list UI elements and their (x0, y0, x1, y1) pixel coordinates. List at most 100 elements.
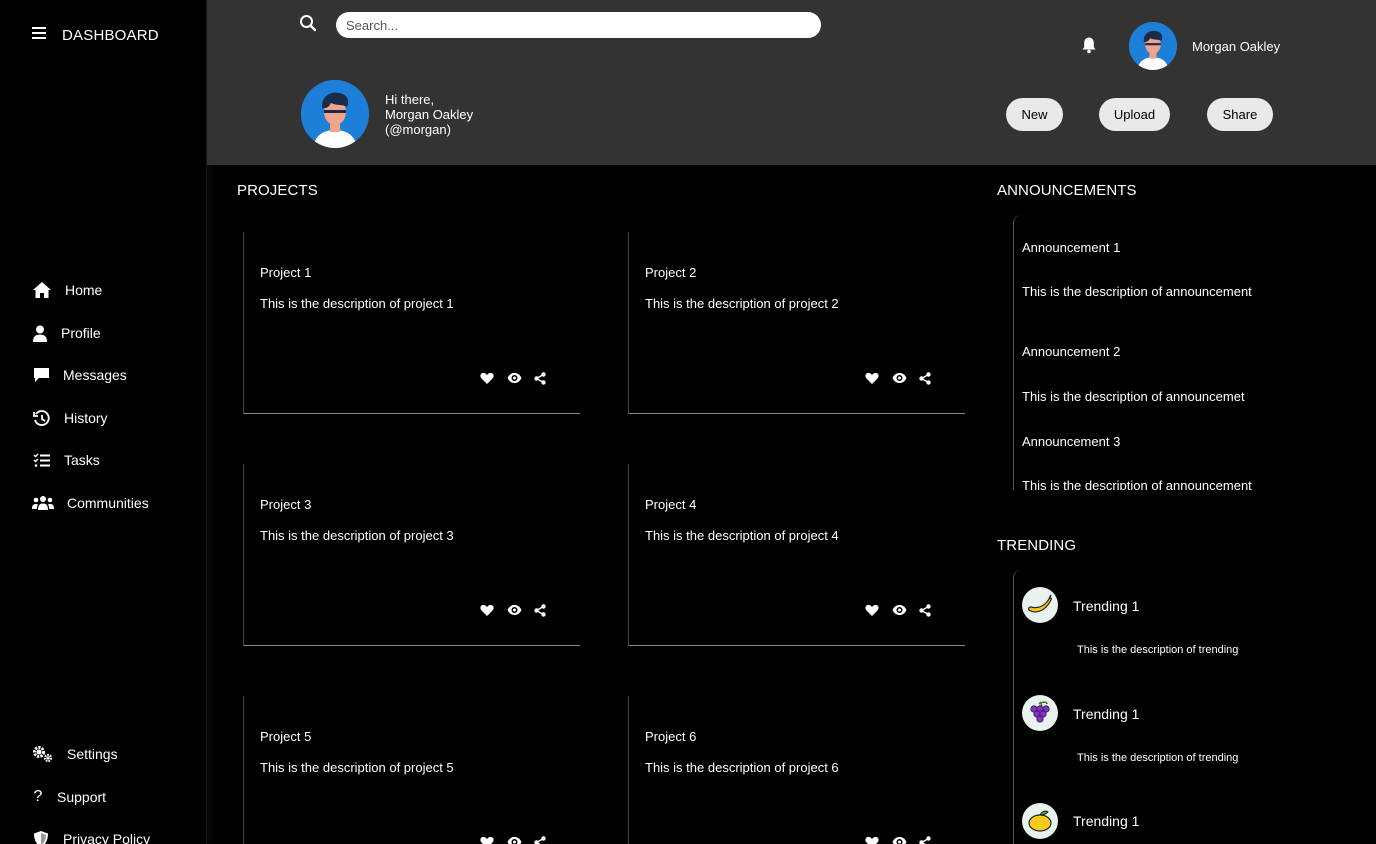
sidebar-item-messages[interactable]: Messages (32, 365, 127, 385)
share-icon[interactable] (919, 372, 935, 388)
sidebar-item-label: Tasks (64, 452, 100, 468)
sidebar-item-label: Profile (61, 325, 101, 341)
sidebar-item-label: Privacy Policy (63, 831, 151, 844)
project-desc: This is the description of project 5 (260, 760, 454, 775)
project-title: Project 4 (645, 497, 697, 512)
home-icon (32, 280, 52, 300)
project-actions (480, 836, 550, 844)
greeting-hello: Hi there, (385, 92, 435, 107)
announcement-desc: This is the description of announcement (1022, 478, 1252, 490)
search-icon[interactable] (299, 14, 319, 34)
history-icon (32, 408, 50, 428)
sidebar: DASHBOARD Home Profile Messages History … (0, 0, 207, 844)
heart-icon[interactable] (480, 836, 496, 844)
user-icon (32, 323, 48, 343)
heart-icon[interactable] (865, 604, 881, 620)
heart-icon[interactable] (865, 836, 881, 844)
project-card[interactable]: Project 5 This is the description of pro… (243, 696, 580, 844)
sidebar-item-tasks[interactable]: Tasks (32, 450, 100, 470)
share-icon[interactable] (534, 604, 550, 620)
users-icon (32, 493, 54, 513)
eye-icon[interactable] (507, 604, 523, 620)
greeting: Hi there, Morgan Oakley (@morgan) (385, 92, 473, 137)
announcement-desc: This is the description of announcemet (1022, 389, 1245, 404)
project-title: Project 6 (645, 729, 697, 744)
question-icon: ? (33, 788, 43, 805)
sidebar-item-settings[interactable]: Settings (32, 744, 118, 764)
project-card[interactable]: Project 4 This is the description of pro… (628, 464, 965, 646)
menu-icon[interactable] (32, 26, 48, 44)
eye-icon[interactable] (892, 604, 908, 620)
eye-icon[interactable] (892, 372, 908, 388)
trending-title: TRENDING (997, 537, 1077, 554)
sidebar-item-home[interactable]: Home (32, 280, 102, 300)
project-actions (865, 836, 935, 844)
profile-avatar (301, 80, 369, 148)
project-title: Project 1 (260, 265, 312, 280)
share-icon[interactable] (919, 836, 935, 844)
trending-panel[interactable]: Trending 1 This is the description of tr… (1013, 570, 1353, 844)
upload-button[interactable]: Upload (1099, 98, 1170, 131)
sidebar-item-label: History (64, 410, 108, 426)
project-title: Project 5 (260, 729, 312, 744)
trending-item-desc: This is the description of trending (1077, 752, 1239, 764)
new-button[interactable]: New (1006, 98, 1063, 131)
announcement-desc: This is the description of announcement (1022, 284, 1252, 299)
share-button[interactable]: Share (1207, 98, 1273, 131)
user-name[interactable]: Morgan Oakley (1192, 39, 1280, 54)
share-icon[interactable] (534, 836, 550, 844)
greeting-name: Morgan Oakley (385, 107, 474, 122)
sidebar-item-communities[interactable]: Communities (32, 493, 149, 513)
sidebar-item-label: Communities (67, 495, 149, 511)
project-actions (480, 604, 550, 620)
project-desc: This is the description of project 6 (645, 760, 839, 775)
grapes-icon (1022, 695, 1058, 731)
sidebar-item-support[interactable]: ? Support (32, 787, 107, 807)
banana-icon (1022, 587, 1058, 623)
projects-title: PROJECTS (237, 182, 318, 199)
project-desc: This is the description of project 2 (645, 296, 839, 311)
project-title: Project 2 (645, 265, 697, 280)
announcement-title: Announcement 2 (1022, 344, 1121, 359)
trending-item-title: Trending 1 (1073, 598, 1140, 614)
project-title: Project 3 (260, 497, 312, 512)
greeting-handle: (@morgan) (385, 122, 451, 137)
trending-item-title: Trending 1 (1073, 813, 1140, 829)
project-actions (865, 372, 935, 388)
search-input[interactable] (336, 12, 821, 38)
heart-icon[interactable] (480, 372, 496, 388)
project-actions (480, 372, 550, 388)
sidebar-item-label: Messages (63, 367, 127, 383)
shield-icon (32, 829, 50, 844)
lemon-icon (1022, 803, 1058, 839)
trending-item-title: Trending 1 (1073, 706, 1140, 722)
project-card[interactable]: Project 2 This is the description of pro… (628, 232, 965, 414)
sidebar-item-label: Home (65, 282, 103, 298)
sidebar-item-label: Settings (67, 746, 118, 762)
trending-item-desc: This is the description of trending (1077, 644, 1239, 656)
announcement-title: Announcement 3 (1022, 434, 1121, 449)
announcements-panel[interactable]: Announcement 1 This is the description o… (1013, 215, 1353, 490)
message-icon (32, 365, 50, 385)
sidebar-item-profile[interactable]: Profile (32, 323, 101, 343)
heart-icon[interactable] (480, 604, 496, 620)
announcement-title: Announcement 1 (1022, 240, 1121, 255)
bell-icon[interactable] (1081, 36, 1099, 56)
heart-icon[interactable] (865, 372, 881, 388)
project-desc: This is the description of project 1 (260, 296, 454, 311)
eye-icon[interactable] (507, 372, 523, 388)
sidebar-item-history[interactable]: History (32, 408, 108, 428)
project-card[interactable]: Project 6 This is the description of pro… (628, 696, 965, 844)
tasks-icon (32, 450, 50, 470)
eye-icon[interactable] (892, 836, 908, 844)
project-card[interactable]: Project 3 This is the description of pro… (243, 464, 580, 646)
project-card[interactable]: Project 1 This is the description of pro… (243, 232, 580, 414)
project-desc: This is the description of project 4 (645, 528, 839, 543)
announcements-title: ANNOUNCEMENTS (997, 182, 1137, 199)
brand-title: DASHBOARD (62, 26, 159, 44)
avatar[interactable] (1129, 22, 1177, 70)
share-icon[interactable] (919, 604, 935, 620)
sidebar-item-privacy[interactable]: Privacy Policy (32, 829, 150, 844)
eye-icon[interactable] (507, 836, 523, 844)
share-icon[interactable] (534, 372, 550, 388)
